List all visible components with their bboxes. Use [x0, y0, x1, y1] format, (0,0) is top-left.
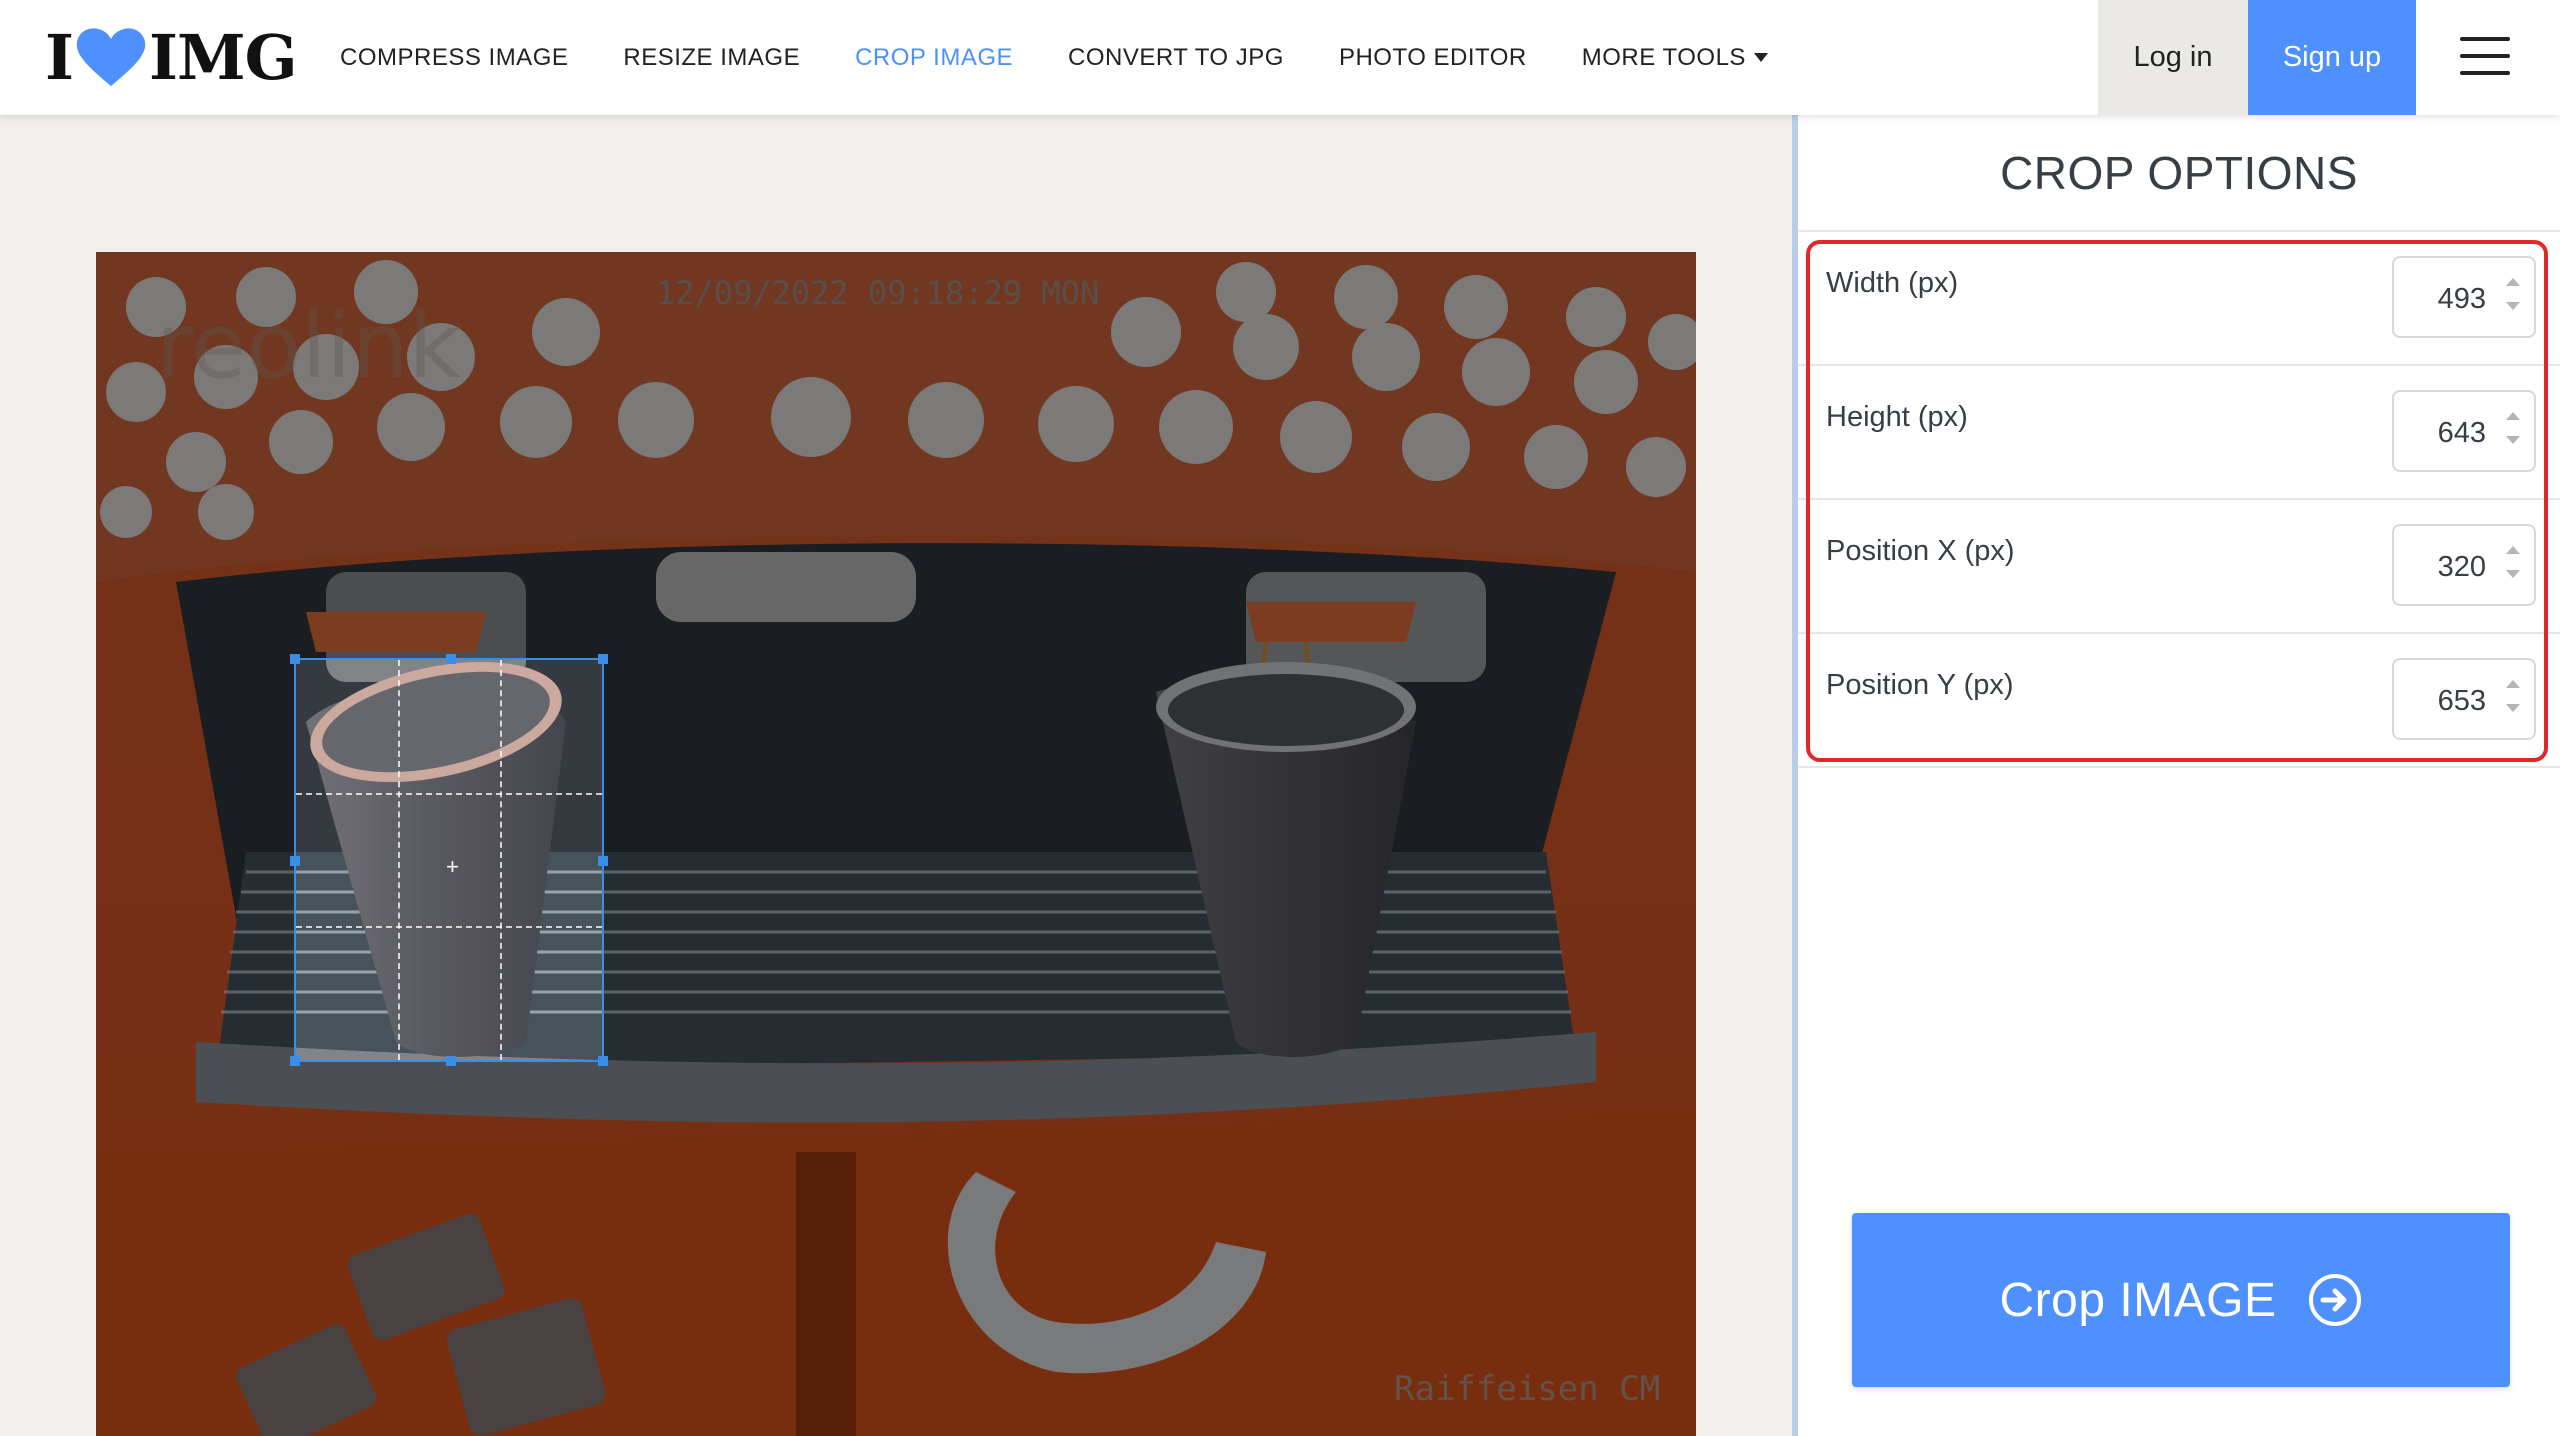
hamburger-menu-icon[interactable]: [2460, 37, 2510, 77]
height-stepper[interactable]: [2506, 412, 2520, 444]
crop-handle-left[interactable]: [290, 856, 300, 866]
height-label: Height (px): [1826, 401, 1968, 433]
logo-letter-i: I: [45, 20, 74, 94]
crop-handle-right[interactable]: [598, 856, 608, 866]
crop-handle-bottom-left[interactable]: [290, 1056, 300, 1066]
heart-icon: [76, 28, 146, 86]
crop-image-button[interactable]: Crop IMAGE: [1852, 1213, 2510, 1387]
crop-guide-line: [499, 660, 502, 1060]
caret-down-icon: [1753, 52, 1768, 62]
nav-photo-editor[interactable]: PHOTO EDITOR: [1339, 44, 1527, 72]
crosshair-icon: +: [446, 854, 459, 879]
crop-handle-bottom-right[interactable]: [598, 1056, 608, 1066]
height-field-row: Height (px) 643: [1798, 366, 2560, 500]
position-x-stepper[interactable]: [2506, 546, 2520, 578]
stepper-down-icon: [2506, 570, 2520, 578]
nav-more-tools-label: MORE TOOLS: [1581, 43, 1746, 71]
signup-button[interactable]: Sign up: [2248, 0, 2416, 115]
position-y-label: Position Y (px): [1826, 669, 2014, 701]
width-input[interactable]: 493: [2392, 256, 2536, 338]
logo-text-img: IMG: [149, 20, 298, 94]
position-x-input[interactable]: 320: [2392, 524, 2536, 606]
width-stepper[interactable]: [2506, 278, 2520, 310]
nav-resize-image[interactable]: RESIZE IMAGE: [623, 44, 800, 72]
position-y-field-row: Position Y (px) 653: [1798, 634, 2560, 768]
arrow-circle-right-icon: [2308, 1274, 2361, 1326]
stepper-up-icon: [2506, 546, 2520, 554]
height-value: 643: [2437, 417, 2486, 449]
position-x-label: Position X (px): [1826, 535, 2015, 567]
position-y-input[interactable]: 653: [2392, 658, 2536, 740]
crop-handle-top[interactable]: [446, 654, 456, 664]
crop-button-label: Crop IMAGE: [1999, 1273, 2277, 1327]
stepper-up-icon: [2506, 278, 2520, 286]
width-field-row: Width (px) 493: [1798, 232, 2560, 366]
image-workspace: 12/09/2022 09:18:29 MON reolink Raiffeis…: [0, 115, 1792, 1436]
crop-guide-line: [397, 660, 400, 1060]
nav-crop-image[interactable]: CROP IMAGE: [855, 44, 1013, 72]
stepper-up-icon: [2506, 412, 2520, 420]
top-header: I IMG COMPRESS IMAGE RESIZE IMAGE CROP I…: [0, 0, 2560, 115]
stepper-down-icon: [2506, 302, 2520, 310]
position-x-value: 320: [2437, 551, 2486, 583]
position-y-stepper[interactable]: [2506, 680, 2520, 712]
nav-more-tools[interactable]: MORE TOOLS: [1582, 44, 1768, 72]
position-x-field-row: Position X (px) 320: [1798, 500, 2560, 634]
login-button[interactable]: Log in: [2098, 0, 2248, 115]
crop-handle-top-left[interactable]: [290, 654, 300, 664]
stepper-down-icon: [2506, 704, 2520, 712]
stepper-down-icon: [2506, 436, 2520, 444]
crop-selection-box[interactable]: +: [290, 654, 608, 1066]
stepper-up-icon: [2506, 680, 2520, 688]
main-nav: COMPRESS IMAGE RESIZE IMAGE CROP IMAGE C…: [340, 0, 1823, 115]
nav-compress-image[interactable]: COMPRESS IMAGE: [340, 44, 568, 72]
iloveimg-logo[interactable]: I IMG: [45, 20, 298, 94]
crop-handle-top-right[interactable]: [598, 654, 608, 664]
crop-guide-line: [296, 793, 602, 796]
height-input[interactable]: 643: [2392, 390, 2536, 472]
photo-preview[interactable]: 12/09/2022 09:18:29 MON reolink Raiffeis…: [96, 252, 1696, 1436]
width-label: Width (px): [1826, 267, 1959, 299]
crop-handle-bottom[interactable]: [446, 1056, 456, 1066]
crop-guide-line: [296, 926, 602, 929]
nav-convert-to-jpg[interactable]: CONVERT TO JPG: [1068, 44, 1284, 72]
width-value: 493: [2437, 283, 2486, 315]
position-y-value: 653: [2437, 685, 2486, 717]
panel-title: CROP OPTIONS: [1798, 115, 2560, 232]
